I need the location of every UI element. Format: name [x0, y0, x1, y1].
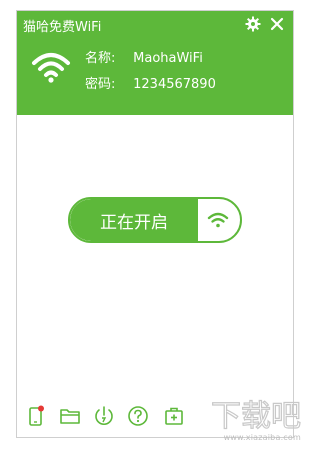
wifi-name-row: 名称: MaohaWiFi — [85, 47, 203, 66]
gear-icon — [245, 16, 261, 32]
power-icon — [95, 406, 113, 425]
toolbox-icon — [165, 407, 183, 425]
phone-icon — [29, 405, 44, 426]
toggle-label: 正在开启 — [70, 199, 198, 241]
window-title: 猫哈免费WiFi — [23, 20, 102, 35]
wifi-small-icon — [207, 212, 229, 228]
toolbox-button[interactable] — [161, 403, 187, 429]
toggle-knob — [196, 199, 240, 241]
wifi-password-value: 1234567890 — [133, 77, 216, 92]
folder-icon — [60, 409, 80, 424]
wifi-password-label: 密码: — [85, 77, 116, 92]
folder-button[interactable] — [57, 403, 83, 429]
wifi-name-label: 名称: — [85, 51, 116, 66]
wifi-icon — [32, 53, 70, 83]
wifi-toggle-button[interactable]: 正在开启 — [68, 197, 242, 243]
close-button[interactable] — [267, 14, 287, 34]
wifi-name-value: MaohaWiFi — [133, 51, 203, 66]
power-button[interactable] — [91, 403, 117, 429]
app-window: 猫哈免费WiFi 名称: MaohaWiFi 密码: 1234567890 正在… — [16, 10, 294, 438]
header-panel: 猫哈免费WiFi 名称: MaohaWiFi 密码: 1234567890 — [17, 11, 293, 115]
phone-button[interactable] — [23, 403, 49, 429]
wifi-password-row: 密码: 1234567890 — [85, 73, 216, 92]
help-button[interactable] — [125, 403, 151, 429]
close-icon — [270, 17, 284, 31]
help-icon — [128, 406, 148, 426]
settings-button[interactable] — [243, 14, 263, 34]
bottom-toolbar — [17, 397, 293, 437]
